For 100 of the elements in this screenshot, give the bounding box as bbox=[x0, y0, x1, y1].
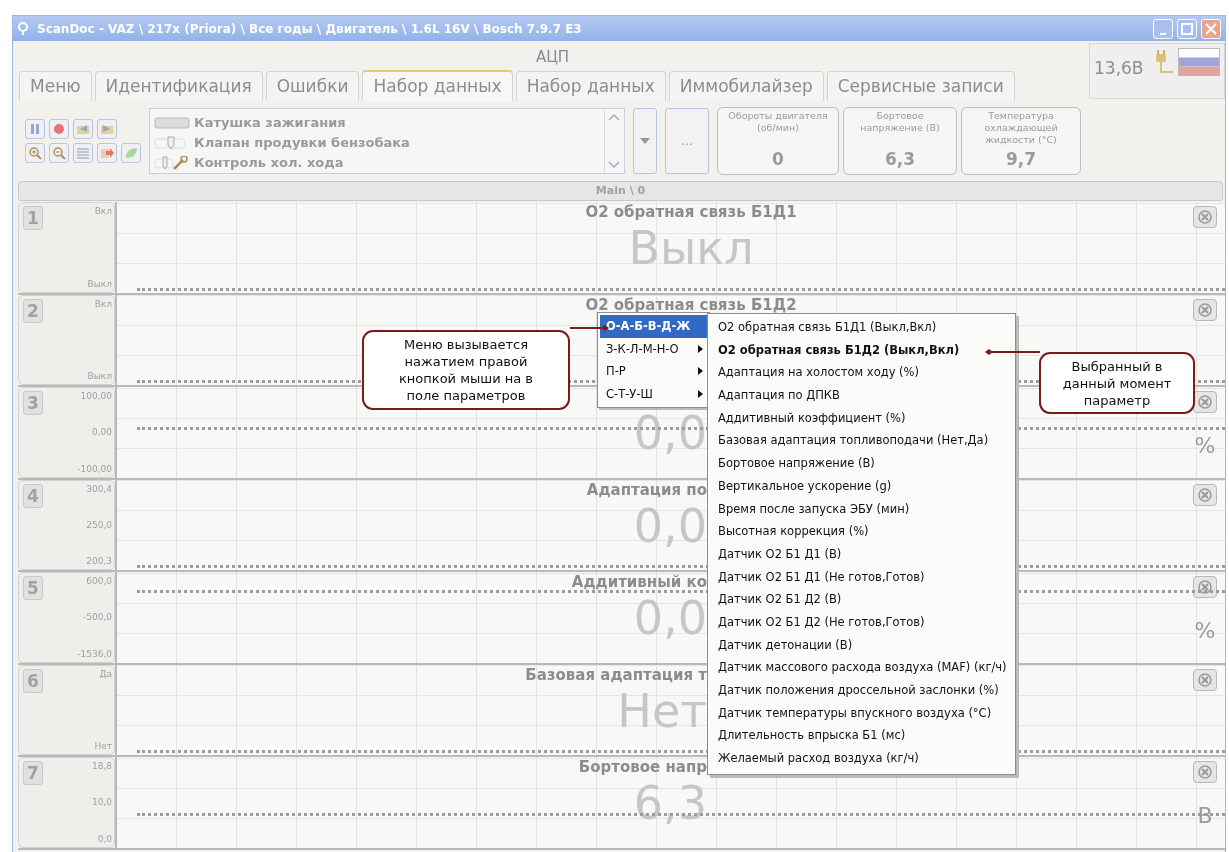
menu-item[interactable]: Базовая адаптация топливоподачи (Нет,Да) bbox=[718, 429, 1007, 453]
leader-line bbox=[985, 349, 1041, 355]
arrow-icon bbox=[100, 147, 114, 159]
close-icon bbox=[1198, 580, 1212, 594]
axis-label: 10,0 bbox=[90, 797, 112, 809]
axis-label: 300,4 bbox=[85, 483, 112, 495]
close-icon bbox=[1198, 302, 1212, 317]
menu-item[interactable]: O2 обратная связь Б1Д2 (Выкл,Вкл) bbox=[718, 338, 1007, 362]
axis-label: 0,0 bbox=[96, 833, 112, 845]
app-icon bbox=[17, 21, 29, 36]
section-title: АЦП bbox=[534, 47, 571, 68]
leaf-icon bbox=[124, 146, 138, 160]
axis-label: Вкл bbox=[93, 298, 112, 310]
menu-item[interactable]: З-К-Л-М-Н-О bbox=[600, 337, 707, 360]
menu-item[interactable]: Длительность впрыска Б1 (мс) bbox=[718, 724, 1007, 748]
menu-item[interactable]: Датчик O2 Б1 Д2 (Не готов,Готов) bbox=[718, 610, 1007, 634]
pause-button[interactable] bbox=[25, 119, 45, 139]
close-button[interactable] bbox=[1201, 18, 1221, 39]
close-icon bbox=[1198, 395, 1212, 409]
channel-number: 4 bbox=[23, 483, 43, 508]
unit-label: % bbox=[1194, 432, 1216, 460]
close-icon bbox=[1198, 765, 1212, 779]
channel-title: Базовая адаптация т bbox=[525, 664, 707, 685]
menu-item[interactable]: Аддитивный коэффициент (%) bbox=[718, 406, 1007, 430]
axis-label: 100,00 bbox=[79, 391, 112, 402]
channel-title: O2 обратная связь Б1Д1 bbox=[585, 202, 797, 222]
menu-item[interactable]: Высотная коррекция (%) bbox=[718, 520, 1007, 543]
arrow-button[interactable] bbox=[97, 143, 117, 163]
channel-number: 5 bbox=[23, 576, 43, 600]
maximize-icon bbox=[1181, 22, 1193, 35]
close-icon bbox=[1205, 22, 1217, 35]
menu-item[interactable]: O2 обратная связь Б1Д1 (Выкл,Вкл) bbox=[718, 316, 1007, 339]
unit-label: % bbox=[1194, 617, 1216, 645]
record-button[interactable] bbox=[49, 119, 69, 139]
remove-button[interactable] bbox=[1193, 391, 1217, 413]
menu-item[interactable]: Время после запуска ЭБУ (мин) bbox=[718, 497, 1007, 521]
channel-title: O2 обратная связь Б1Д2 bbox=[585, 294, 797, 315]
axis-label: 0,00 bbox=[90, 427, 112, 439]
channel-number: 6 bbox=[23, 668, 43, 693]
gauge-label: Температура охлаждающей жидкости (°C) bbox=[983, 110, 1059, 146]
zoom-out-icon bbox=[52, 146, 66, 160]
close-icon bbox=[1198, 210, 1212, 224]
callout: Выбранный в данный момент параметр bbox=[1039, 352, 1195, 414]
channel-title: Адаптация по bbox=[586, 479, 707, 500]
zoom-out-button[interactable] bbox=[49, 143, 69, 163]
minimize-button[interactable] bbox=[1153, 18, 1173, 39]
menu-item[interactable]: Бортовое напряжение (В) bbox=[718, 452, 1007, 475]
channel-title: Аддитивный ко bbox=[571, 572, 707, 592]
close-icon bbox=[1198, 487, 1212, 502]
window-title: ScanDoc - VAZ \ 217x (Priora) \ Все годы \ Двигатель \ 1.6L 16V \ Bosch 7.9.7 E3 bbox=[37, 20, 583, 38]
axis-label: Выкл bbox=[86, 278, 112, 290]
axis-label: Нет bbox=[93, 741, 112, 752]
zoom-in-button[interactable] bbox=[25, 143, 45, 163]
axis-label: Вкл bbox=[93, 206, 112, 217]
menu-item[interactable]: Датчик детонации (В) bbox=[718, 633, 1007, 657]
axis-label: Выкл bbox=[86, 371, 112, 382]
list-icon bbox=[76, 147, 90, 159]
dropdown-button[interactable] bbox=[633, 108, 657, 174]
menu-item[interactable]: Желаемый расход воздуха (кг/ч) bbox=[718, 747, 1007, 770]
axis-label: 250,0 bbox=[85, 519, 112, 531]
menu-item[interactable]: Датчик положения дроссельной заслонки (%) bbox=[718, 679, 1007, 702]
pause-icon bbox=[29, 123, 41, 135]
axis-label: -100,00 bbox=[76, 463, 112, 475]
list-button[interactable] bbox=[73, 143, 93, 163]
wrench-icon bbox=[154, 156, 190, 170]
voltage-reading: 13,6В bbox=[1094, 57, 1144, 80]
channel-number: 3 bbox=[23, 391, 43, 415]
import-button[interactable] bbox=[73, 119, 93, 139]
export-button[interactable] bbox=[97, 119, 117, 139]
axis-label: 18,8 bbox=[90, 761, 112, 772]
menu-item[interactable]: Датчик O2 Б1 Д2 (В) bbox=[718, 588, 1007, 611]
gauge-label: Бортовое напряжение (В) bbox=[859, 110, 941, 134]
leaf-button[interactable] bbox=[121, 143, 141, 163]
menu-item[interactable]: Датчик массового расхода воздуха (MAF) (кг/ч) bbox=[718, 656, 1007, 679]
plug-icon bbox=[1154, 48, 1174, 76]
menu-item[interactable]: Датчик O2 Б1 Д1 (В) bbox=[718, 542, 1007, 566]
maximize-button[interactable] bbox=[1177, 18, 1197, 39]
menu-item[interactable]: Датчик температуры впускного воздуха (°C) bbox=[718, 701, 1007, 725]
bar-icon bbox=[154, 116, 190, 130]
record-icon bbox=[53, 123, 65, 135]
menu-item[interactable]: О-А-Б-В-Д-Ж bbox=[600, 315, 707, 338]
axis-label: 200,3 bbox=[85, 556, 112, 567]
callout: Меню вызывается нажатием правой кнопкой мыши на в поле параметров bbox=[362, 330, 570, 410]
menu-item[interactable]: П-Р bbox=[600, 360, 707, 383]
caret-icon bbox=[640, 138, 650, 144]
gauge-value: 9,7 bbox=[1004, 147, 1038, 171]
menu-item[interactable]: Вертикальное ускорение (g) bbox=[718, 474, 1007, 498]
gauge-value: 6,3 bbox=[883, 147, 917, 171]
channel-number: 2 bbox=[23, 298, 43, 323]
close-icon bbox=[1198, 672, 1212, 687]
channel-number: 7 bbox=[23, 761, 43, 785]
axis-label: -500,0 bbox=[82, 612, 112, 624]
gauge-value: 0 bbox=[771, 147, 785, 171]
menu-item[interactable]: Адаптация на холостом ходу (%) bbox=[718, 361, 1007, 385]
channel-title: Бортовое напр bbox=[578, 757, 707, 777]
flag-icon bbox=[1178, 48, 1220, 76]
menu-item[interactable]: Датчик O2 Б1 Д1 (Не готов,Готов) bbox=[718, 565, 1007, 589]
menu-item[interactable]: Адаптация по ДПКВ bbox=[718, 384, 1007, 407]
menu-item[interactable]: С-Т-У-Ш bbox=[600, 382, 707, 405]
gauge-label: Обороты двигателя (об/мин) bbox=[727, 110, 829, 134]
